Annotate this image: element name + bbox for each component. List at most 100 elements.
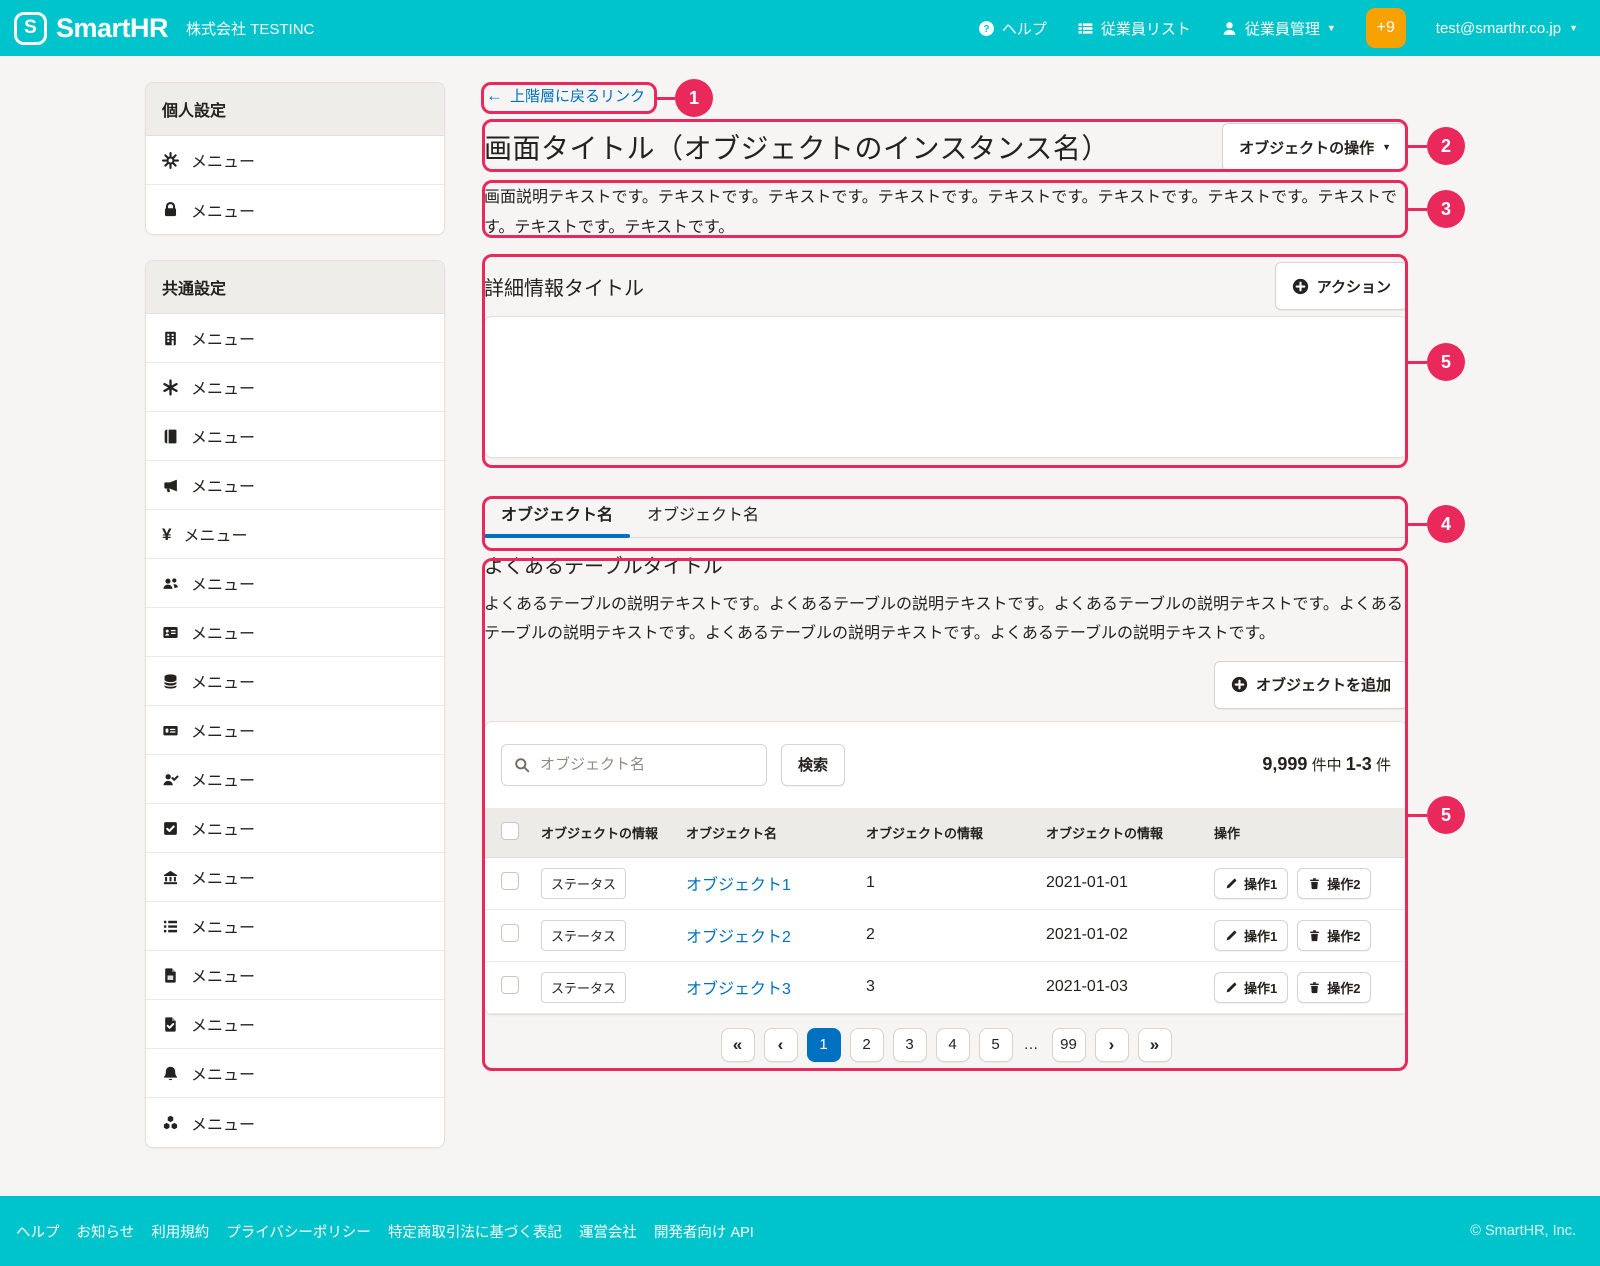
pagination-page-5[interactable]: 5 [979,1028,1013,1062]
sidebar-item-1-7[interactable]: メニュー [146,657,444,706]
sidebar-item-1-11[interactable]: メニュー [146,853,444,902]
help-circle-icon: ? [978,20,995,37]
header-nav-item-2[interactable]: 従業員管理▼ [1221,18,1336,39]
footer-link-6[interactable]: 開発者向け API [654,1221,754,1242]
column-header-2: オブジェクトの情報 [858,808,1038,858]
detail-empty-panel [484,316,1408,458]
sidebar-item-1-9[interactable]: メニュー [146,755,444,804]
column-header-3: オブジェクトの情報 [1038,808,1206,858]
detail-action-button[interactable]: アクション [1275,262,1408,310]
sidebar-item-1-6[interactable]: メニュー [146,608,444,657]
sidebar-item-1-13[interactable]: メニュー [146,951,444,1000]
sidebar-item-1-2[interactable]: メニュー [146,412,444,461]
pagination-prev-button[interactable]: ‹ [764,1028,798,1062]
row-action-button-2[interactable]: 操作2 [1297,972,1371,1003]
footer-link-3[interactable]: プライバシーポリシー [226,1221,371,1242]
select-all-checkbox[interactable] [501,822,519,840]
row-action-label: 操作2 [1327,874,1360,893]
row-checkbox[interactable] [501,924,519,942]
sidebar-item-0-0[interactable]: メニュー [146,136,444,185]
header-nav-item-1[interactable]: 従業員リスト [1077,18,1191,39]
column-header-0: オブジェクトの情報 [533,808,678,858]
search-button-label: 検索 [798,754,828,775]
row-action-label: 操作1 [1244,874,1277,893]
sidebar-item-1-5[interactable]: メニュー [146,559,444,608]
sidebar-item-label: メニュー [191,1061,255,1085]
row-checkbox[interactable] [501,976,519,994]
gear-icon [162,152,179,169]
row-action-button-2[interactable]: 操作2 [1297,920,1371,951]
sidebar-item-1-10[interactable]: メニュー [146,804,444,853]
notification-badge[interactable]: +9 [1366,8,1406,48]
sidebar-item-label: メニュー [191,816,255,840]
file-icon [162,967,179,984]
pagination-page-4[interactable]: 4 [936,1028,970,1062]
sidebar-item-label: メニュー [183,522,247,546]
sidebar-section-title: 共通設定 [146,261,444,314]
table-row: ステータスオブジェクト222021-01-02操作1操作2 [485,909,1407,961]
app-footer: ヘルプお知らせ利用規約プライバシーポリシー特定商取引法に基づく表記運営会社開発者… [0,1196,1600,1266]
sidebar-item-1-4[interactable]: ¥メニュー [146,510,444,559]
arrow-left-icon: ← [486,87,503,104]
sidebar-item-0-1[interactable]: メニュー [146,185,444,234]
search-button[interactable]: 検索 [781,744,845,786]
status-badge: ステータス [541,868,626,899]
search-input[interactable] [540,756,754,773]
sidebar-item-1-0[interactable]: メニュー [146,314,444,363]
detail-action-label: アクション [1317,276,1391,297]
tab-object-1[interactable]: オブジェクト名 [630,488,776,537]
object-link[interactable]: オブジェクト2 [686,929,791,946]
sidebar-item-label: メニュー [191,767,255,791]
row-action-button-1[interactable]: 操作1 [1214,920,1288,951]
back-link[interactable]: ← 上階層に戻るリンク [484,82,647,109]
sidebar-item-1-15[interactable]: メニュー [146,1049,444,1098]
object-info-cell: 2 [858,909,1038,961]
pagination-last-button[interactable]: » [1138,1028,1172,1062]
sidebar: 個人設定メニューメニュー共通設定メニューメニューメニューメニュー¥メニューメニュ… [145,82,445,1148]
lock-icon [162,201,179,218]
add-object-button[interactable]: オブジェクトを追加 [1214,661,1408,709]
footer-link-2[interactable]: 利用規約 [151,1221,209,1242]
pagination-next-button[interactable]: › [1095,1028,1129,1062]
pagination-page-2[interactable]: 2 [850,1028,884,1062]
sidebar-item-label: メニュー [191,571,255,595]
row-action-button-2[interactable]: 操作2 [1297,868,1371,899]
sidebar-item-1-3[interactable]: メニュー [146,461,444,510]
table-card: 検索 9,999 件中 1-3 件 オブジェクトの情報オブジェクト名オブジェクト… [484,721,1408,1015]
column-header-1: オブジェクト名 [678,808,858,858]
object-link[interactable]: オブジェクト3 [686,981,791,998]
object-table: オブジェクトの情報オブジェクト名オブジェクトの情報オブジェクトの情報操作 ステー… [485,808,1407,1014]
object-actions-button[interactable]: オブジェクトの操作 ▼ [1222,123,1408,171]
plus-circle-icon [1231,676,1248,693]
chevron-down-icon: ▼ [1327,24,1336,33]
pencil-icon [1225,929,1238,942]
row-action-button-1[interactable]: 操作1 [1214,972,1288,1003]
money-check-icon [162,722,179,739]
trash-icon [1308,877,1321,890]
tab-bar: オブジェクト名オブジェクト名 [484,488,1408,538]
pagination-page-3[interactable]: 3 [893,1028,927,1062]
chevron-down-icon: ▼ [1382,143,1391,152]
sidebar-item-1-16[interactable]: メニュー [146,1098,444,1147]
smarthr-logo[interactable]: S SmartHR [14,12,168,45]
pagination-page-1[interactable]: 1 [807,1028,841,1062]
sidebar-item-1-14[interactable]: メニュー [146,1000,444,1049]
footer-link-0[interactable]: ヘルプ [16,1221,60,1242]
account-menu[interactable]: test@smarthr.co.jp ▼ [1436,20,1578,37]
object-link[interactable]: オブジェクト1 [686,877,791,894]
pagination-page-99[interactable]: 99 [1052,1028,1086,1062]
sidebar-item-1-12[interactable]: メニュー [146,902,444,951]
row-action-label: 操作2 [1327,926,1360,945]
row-action-button-1[interactable]: 操作1 [1214,868,1288,899]
footer-link-1[interactable]: お知らせ [77,1221,135,1242]
header-nav-item-0[interactable]: ?ヘルプ [978,18,1047,39]
footer-link-4[interactable]: 特定商取引法に基づく表記 [388,1221,562,1242]
sidebar-item-1-8[interactable]: メニュー [146,706,444,755]
footer-link-5[interactable]: 運営会社 [579,1221,637,1242]
sidebar-item-1-1[interactable]: メニュー [146,363,444,412]
tab-object-0[interactable]: オブジェクト名 [484,488,630,537]
row-checkbox[interactable] [501,872,519,890]
user-check-icon [162,771,179,788]
header-nav-label: 従業員リスト [1101,18,1191,39]
pagination-first-button[interactable]: « [721,1028,755,1062]
